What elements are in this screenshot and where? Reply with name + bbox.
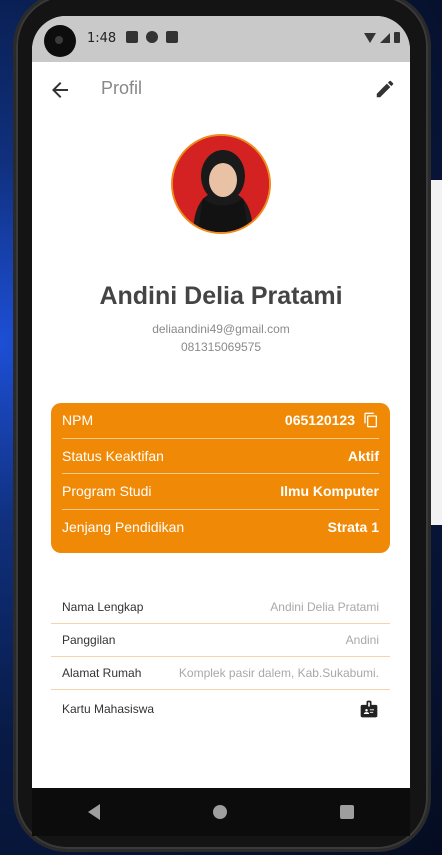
app-screen: 1:48 Profil Andini Delia Pratami deliaan…	[32, 16, 410, 836]
npm-value: 065120123	[284, 412, 355, 429]
sd-card-icon	[166, 31, 178, 43]
status-time: 1:48	[87, 31, 117, 46]
front-camera	[44, 25, 76, 57]
id-card-icon[interactable]	[359, 699, 379, 719]
detail-label: Nama Lengkap	[62, 600, 144, 614]
detail-label: Alamat Rumah	[62, 666, 142, 680]
back-arrow-icon[interactable]	[48, 78, 72, 102]
info-label: Status Keaktifan	[62, 447, 164, 464]
detail-value: Komplek pasir dalem, Kab.Sukabumi.	[178, 666, 379, 680]
android-nav-bar	[32, 788, 410, 836]
profile-avatar	[171, 134, 271, 234]
info-row-status: Status Keaktifan Aktif	[62, 439, 379, 474]
info-row-program: Program Studi Ilmu Komputer	[62, 474, 379, 510]
personal-detail-list: Nama Lengkap Andini Delia Pratami Panggi…	[51, 591, 390, 728]
info-row-npm: NPM 065120123	[62, 403, 379, 439]
info-value-npm: 065120123	[285, 411, 379, 429]
system-icons	[364, 32, 400, 43]
nav-back-icon[interactable]	[88, 804, 101, 820]
wifi-icon	[364, 33, 376, 43]
notification-icons	[126, 31, 178, 43]
signal-icon	[380, 33, 390, 43]
info-label: NPM	[62, 412, 94, 429]
info-value: Aktif	[347, 447, 379, 464]
nav-recents-icon[interactable]	[339, 805, 354, 819]
profile-name: Andini Delia Pratami	[99, 282, 343, 310]
detail-label: Panggilan	[62, 633, 116, 647]
avatar-photo	[173, 136, 269, 232]
page-title: Profil	[101, 78, 143, 98]
detail-row-nickname: Panggilan Andini	[51, 624, 390, 657]
detail-value: Andini Delia Pratami	[270, 600, 379, 614]
academic-info-card: NPM 065120123 Status Keaktifan Aktif Pro…	[51, 403, 390, 553]
battery-icon	[394, 32, 400, 43]
edit-pencil-icon[interactable]	[374, 78, 396, 100]
background-window-edge	[430, 180, 442, 525]
detail-row-address: Alamat Rumah Komplek pasir dalem, Kab.Su…	[51, 657, 390, 690]
detail-value: Andini	[345, 633, 379, 647]
nav-home-icon[interactable]	[212, 805, 227, 819]
notification-a-icon	[126, 31, 138, 43]
info-value: Ilmu Komputer	[280, 483, 379, 500]
profile-phone: 081315069575	[180, 340, 262, 354]
detail-label: Kartu Mahasiswa	[62, 702, 155, 716]
copy-icon[interactable]	[363, 411, 379, 429]
profile-email: deliaandini49@gmail.com	[152, 322, 290, 336]
status-bar: 1:48	[32, 16, 410, 62]
info-label: Jenjang Pendidikan	[62, 519, 185, 536]
info-value: Strata 1	[327, 519, 379, 536]
notification-circle-icon	[146, 31, 158, 43]
info-label: Program Studi	[62, 483, 152, 500]
info-row-jenjang: Jenjang Pendidikan Strata 1	[62, 510, 379, 546]
detail-row-student-card[interactable]: Kartu Mahasiswa	[51, 690, 390, 728]
detail-row-full-name: Nama Lengkap Andini Delia Pratami	[51, 591, 390, 624]
app-bar: Profil	[32, 62, 410, 118]
